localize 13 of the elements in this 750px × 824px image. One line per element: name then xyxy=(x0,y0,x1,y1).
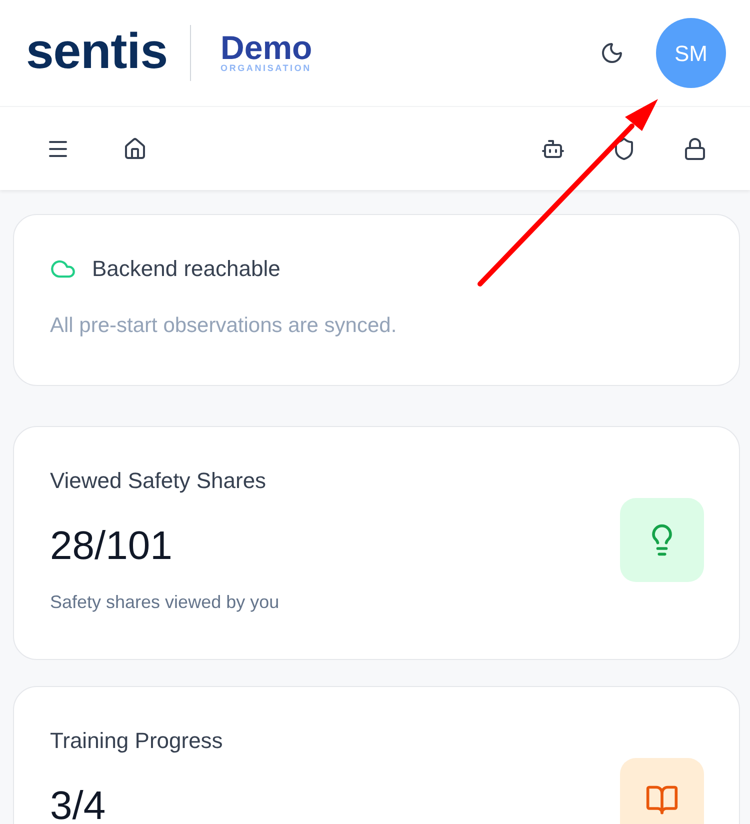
stat-caption: Safety shares viewed by you xyxy=(50,591,280,614)
stat-value: 3/4 xyxy=(50,786,107,824)
stat-value: 28/101 xyxy=(50,526,174,566)
organisation-name: Demo xyxy=(220,33,312,63)
book-icon xyxy=(620,758,704,824)
stat-title: Training Progress xyxy=(50,727,223,755)
organisation-label: ORGANISATION xyxy=(220,63,312,73)
avatar-button[interactable]: SM xyxy=(656,18,726,88)
stat-title: Viewed Safety Shares xyxy=(50,467,268,495)
lightbulb-icon xyxy=(620,498,704,582)
status-message: All pre-start observations are synced. xyxy=(50,313,398,339)
status-title: Backend reachable xyxy=(92,255,280,283)
logo: sentis xyxy=(26,26,168,80)
